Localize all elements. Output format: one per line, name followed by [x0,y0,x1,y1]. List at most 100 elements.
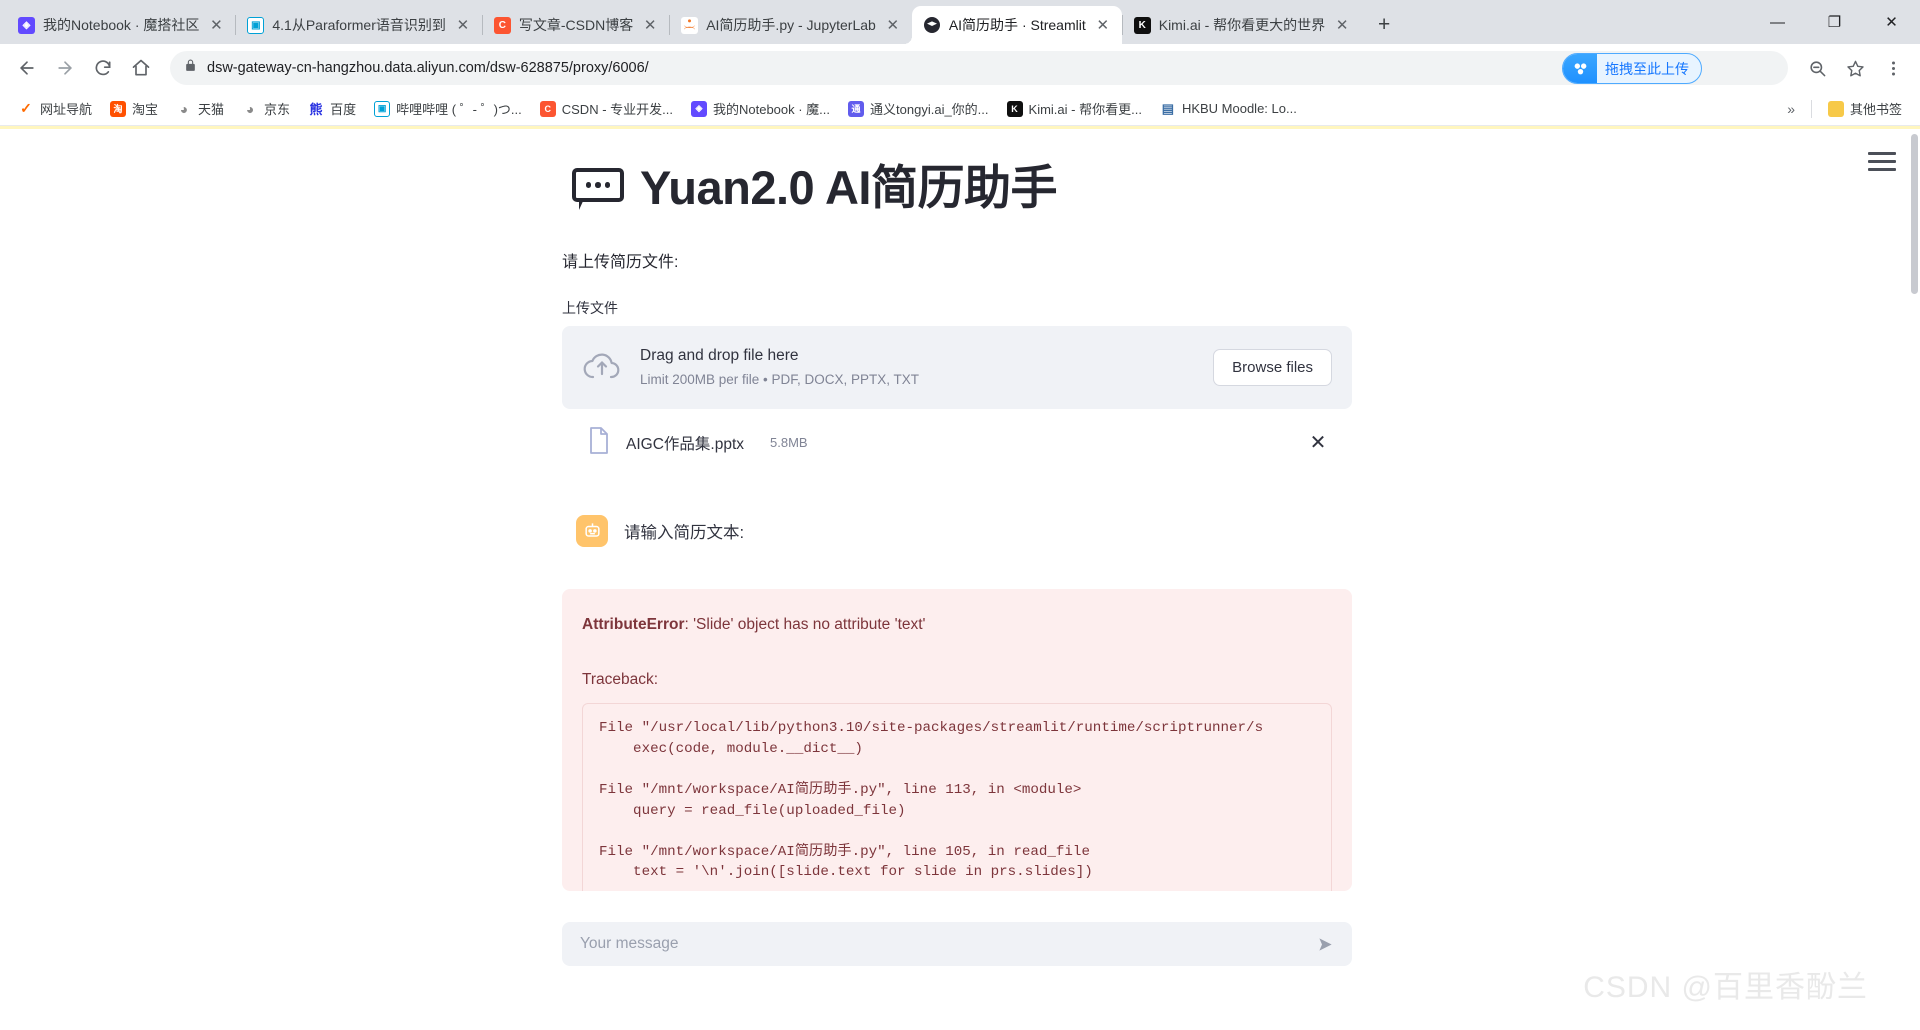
page-title-text: Yuan2.0 AI简历助手 [640,161,1057,214]
browser-tab-1[interactable]: ▣ 4.1从Paraformer语音识别到 ✕ [235,6,481,44]
assistant-message: 请输入简历文本: [576,514,1352,547]
file-uploader-dropzone[interactable]: Drag and drop file here Limit 200MB per … [562,325,1352,409]
uploaded-file-row: AIGC作品集.pptx 5.8MB ✕ [562,413,1352,473]
address-bar[interactable]: dsw-gateway-cn-hangzhou.data.aliyun.com/… [170,51,1788,85]
tab-close-icon[interactable]: ✕ [641,16,659,34]
bookmarks-overflow-button[interactable]: » [1779,101,1803,117]
reload-button[interactable] [86,51,120,85]
aliyun-drive-upload-pill[interactable]: 拖拽至此上传 [1562,53,1702,84]
close-icon[interactable]: ✕ [1306,431,1330,455]
bookmark-item-6[interactable]: C CSDN - 专业开发... [532,95,681,122]
cloud-upload-icon [582,350,622,384]
bilibili-icon: ▣ [374,100,391,117]
browser-tab-3[interactable]: AI简历助手.py - JupyterLab ✕ [669,6,912,44]
other-bookmarks-label: 其他书签 [1849,102,1902,117]
page-viewport: Yuan2.0 AI简历助手 请上传简历文件: 上传文件 Drag and dr… [0,126,1920,1030]
bookmark-item-7[interactable]: ◈ 我的Notebook · 魔... [683,95,838,122]
tab-title: Kimi.ai - 帮你看更大的世界 [1158,17,1326,33]
modelscope-icon: ◈ [18,16,35,34]
bookmark-label: HKBU Moodle: Lo... [1181,101,1297,116]
lock-icon [184,59,197,77]
taobao-icon: 淘 [110,100,127,117]
zoom-out-icon[interactable] [1800,51,1834,85]
streamlit-app-main: Yuan2.0 AI简历助手 请上传简历文件: 上传文件 Drag and dr… [562,126,1352,891]
aliyun-drive-icon [1563,54,1597,83]
new-tab-button[interactable]: + [1367,8,1401,42]
bookmark-item-4[interactable]: 熊 百度 [300,95,364,122]
kimi-icon: K [1006,100,1023,117]
tab-title: AI简历助手 · Streamlit [948,17,1086,33]
bookmark-label: 淘宝 [132,102,159,117]
tab-close-icon[interactable]: ✕ [1333,16,1351,34]
chat-input-box[interactable] [562,922,1352,966]
forward-button[interactable] [48,51,82,85]
hao123-icon: ✓ [18,100,34,117]
minimize-button[interactable]: — [1749,0,1806,44]
bookmark-item-2[interactable]: ◕ 天猫 [168,95,232,122]
upload-limit-text: Limit 200MB per file • PDF, DOCX, PPTX, … [640,371,920,387]
tab-close-icon[interactable]: ✕ [207,16,225,34]
bookmark-item-0[interactable]: ✓ 网址导航 [10,95,100,122]
kebab-menu-icon[interactable] [1876,51,1910,85]
tab-close-icon[interactable]: ✕ [1094,16,1112,34]
speech-bubble-icon [572,166,624,210]
page-scrollbar[interactable] [1911,134,1918,294]
uploaded-file-name: AIGC作品集.pptx [626,435,744,453]
star-icon[interactable] [1838,51,1872,85]
bookmark-item-9[interactable]: K Kimi.ai - 帮你看更... [999,95,1150,122]
bilibili-icon: ▣ [247,16,265,34]
traceback-code: File "/usr/local/lib/python3.10/site-pac… [582,703,1332,891]
jd-icon: ◕ [242,100,259,117]
tongyi-icon: 通 [848,100,865,117]
uploader-texts: Drag and drop file here Limit 200MB per … [640,344,1195,391]
browser-tab-2[interactable]: C 写文章-CSDN博客 ✕ [481,6,669,44]
csdn-icon: C [539,100,556,117]
bookmarks-bar: ✓ 网址导航 淘 淘宝 ◕ 天猫 ◕ 京东 熊 百度 ▣ 哔哩哔哩 ( ゜- ゜… [0,92,1920,126]
window-controls: — ❐ ✕ [1749,0,1920,44]
jupyter-icon [681,16,699,34]
bookmarks-overflow-area: » 其他书签 [1779,95,1910,122]
tab-title: 写文章-CSDN博客 [518,17,634,33]
browse-files-button[interactable]: Browse files [1213,348,1332,386]
bookmark-item-10[interactable]: ▤ HKBU Moodle: Lo... [1152,97,1305,121]
bookmark-item-8[interactable]: 通 通义tongyi.ai_你的... [840,95,997,122]
tab-close-icon[interactable]: ✕ [884,16,902,34]
robot-avatar-icon [576,514,608,547]
traceback-label: Traceback: [582,671,659,689]
moodle-icon: ▤ [1159,100,1176,117]
bookmark-label: 我的Notebook · 魔... [712,102,831,117]
drag-drop-text: Drag and drop file here [640,346,799,364]
chat-input-field[interactable] [580,935,1310,953]
bookmark-item-1[interactable]: 淘 淘宝 [102,95,166,122]
browser-tab-5[interactable]: K Kimi.ai - 帮你看更大的世界 ✕ [1121,6,1361,44]
back-button[interactable] [10,51,44,85]
maximize-button[interactable]: ❐ [1806,0,1863,44]
bookmark-item-5[interactable]: ▣ 哔哩哔哩 ( ゜- ゜)つ... [366,95,530,122]
error-alert: AttributeError: 'Slide' object has no at… [562,588,1352,891]
folder-icon [1827,100,1844,117]
aliyun-pill-label: 拖拽至此上传 [1605,60,1689,77]
tab-close-icon[interactable]: ✕ [454,16,472,34]
baidu-icon: 熊 [308,100,325,117]
csdn-watermark: CSDN @百里香酚兰 [1583,971,1868,1004]
other-bookmarks-button[interactable]: 其他书签 [1820,95,1910,122]
bookmark-label: 通义tongyi.ai_你的... [870,102,989,117]
send-arrow-icon[interactable] [1310,929,1340,959]
streamlit-icon [923,16,941,34]
error-message: : 'Slide' object has no attribute 'text' [684,615,926,633]
error-title: AttributeError: 'Slide' object has no at… [582,613,1332,638]
browser-tab-4-active[interactable]: AI简历助手 · Streamlit ✕ [903,6,1122,44]
browser-toolbar: dsw-gateway-cn-hangzhou.data.aliyun.com/… [0,44,1920,92]
tab-title: 我的Notebook · 魔搭社区 [43,17,200,33]
bookmark-label: 网址导航 [40,102,93,117]
hamburger-menu-icon[interactable] [1868,148,1896,174]
close-window-button[interactable]: ✕ [1863,0,1920,44]
bookmark-label: 哔哩哔哩 ( ゜- ゜)つ... [396,102,522,117]
browser-tab-0[interactable]: ◈ 我的Notebook · 魔搭社区 ✕ [6,6,235,44]
tmall-icon: ◕ [176,100,193,117]
bookmark-item-3[interactable]: ◕ 京东 [234,95,298,122]
tab-title: AI简历助手.py - JupyterLab [706,17,876,33]
home-button[interactable] [124,51,158,85]
kimi-icon: K [1133,16,1151,34]
uploaded-file-size: 5.8MB [770,435,808,451]
